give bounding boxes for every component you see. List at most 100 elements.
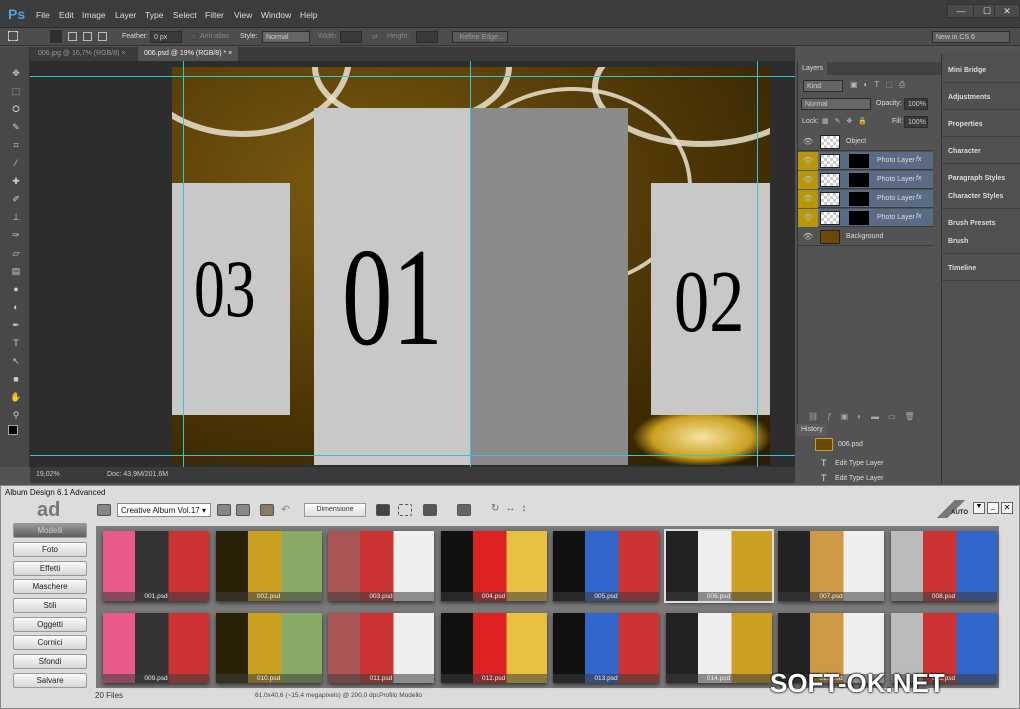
template-thumbnail[interactable]: 010.psd — [215, 613, 322, 683]
sidebar-item-modelli[interactable]: Modelli — [13, 523, 87, 538]
guide-line[interactable] — [30, 76, 795, 77]
photo-placeholder-selection[interactable] — [470, 108, 628, 465]
dock-character-styles[interactable]: Character Styles — [942, 183, 1020, 209]
template-thumbnail[interactable]: 007.psd — [778, 531, 884, 601]
marquee-tool-icon[interactable]: ⬚ — [10, 85, 22, 97]
layer-filter-icons[interactable]: ▣◐T⬚⎙ — [850, 80, 911, 90]
type-tool-icon[interactable]: T — [10, 337, 22, 349]
close-button[interactable]: ✕ — [1001, 502, 1013, 514]
lock-icons[interactable]: ▦✎✥🔒 — [822, 117, 873, 125]
shape-tool-icon[interactable]: ■ — [10, 373, 22, 385]
minimize-button[interactable]: — — [947, 4, 975, 18]
layer-filter-kind[interactable]: Kind — [803, 80, 843, 92]
add-selection-icon[interactable] — [68, 32, 77, 41]
height-input[interactable] — [416, 31, 438, 43]
guide-line[interactable] — [470, 61, 471, 467]
menu-layer[interactable]: Layer — [115, 10, 136, 20]
tab-layers[interactable]: Layers — [798, 62, 828, 75]
history-item[interactable]: Edit Type Layer — [835, 475, 884, 482]
fx-icon[interactable]: fx — [916, 156, 921, 163]
menu-filter[interactable]: Filter — [205, 10, 224, 20]
template-thumbnail[interactable]: 002.psd — [215, 531, 322, 601]
guide-line[interactable] — [30, 455, 795, 456]
width-input[interactable] — [340, 31, 362, 43]
template-thumbnail[interactable]: 006.psd — [663, 529, 774, 603]
feather-input[interactable]: 0 px — [150, 31, 182, 43]
guide-line[interactable] — [757, 61, 758, 467]
opacity-input[interactable]: 100% — [904, 98, 928, 110]
tab-history[interactable]: History — [797, 424, 827, 436]
healing-tool-icon[interactable]: ✚ — [10, 175, 22, 187]
blend-mode-select[interactable]: Normal — [801, 98, 871, 110]
refine-edge-button[interactable]: Refine Edge... — [452, 31, 508, 43]
brush-tool-icon[interactable]: ✐ — [10, 193, 22, 205]
sidebar-item-effetti[interactable]: Effetti — [13, 561, 87, 576]
rotate-flip-icons[interactable]: ↻↔↕ — [491, 503, 532, 514]
layer-actions-icons[interactable]: ⛓ƒ▣◐▬▭🗑 — [808, 412, 924, 421]
zoom-level[interactable]: 19,02% — [36, 471, 60, 478]
book-icon[interactable] — [260, 504, 274, 516]
dock-properties[interactable]: Properties — [942, 111, 1020, 137]
menu-help[interactable]: Help — [300, 10, 317, 20]
layer-background[interactable]: 👁 Background — [798, 228, 933, 246]
tab-006-psd[interactable]: 006.psd @ 19% (RGB/8) * × — [138, 47, 239, 61]
template-thumbnail[interactable]: 009.psd — [103, 613, 209, 683]
dock-timeline[interactable]: Timeline — [942, 255, 1020, 281]
menu-select[interactable]: Select — [173, 10, 197, 20]
eraser-tool-icon[interactable]: ▱ — [10, 247, 22, 259]
tab-close-icon[interactable]: × — [228, 50, 232, 57]
menu-view[interactable]: View — [234, 10, 252, 20]
template-thumbnail[interactable]: 004.psd — [440, 531, 547, 601]
eyedropper-tool-icon[interactable]: ⁄ — [10, 157, 22, 169]
subtract-selection-icon[interactable] — [83, 32, 92, 41]
intersect-selection-icon[interactable] — [98, 32, 107, 41]
visibility-eye-icon[interactable]: 👁 — [798, 209, 818, 227]
lasso-tool-icon[interactable]: ⵔ — [10, 103, 22, 115]
dock-mini-bridge[interactable]: Mini Bridge — [942, 57, 1020, 83]
two-page-icon[interactable] — [457, 504, 471, 516]
menu-type[interactable]: Type — [145, 10, 163, 20]
menu-image[interactable]: Image — [82, 10, 106, 20]
dock-adjustments[interactable]: Adjustments — [942, 84, 1020, 110]
dimension-button[interactable]: Dimensione — [304, 503, 366, 517]
sidebar-item-stili[interactable]: Stili — [13, 598, 87, 613]
dodge-tool-icon[interactable]: ◐ — [10, 301, 22, 313]
visibility-eye-icon[interactable]: 👁 — [798, 228, 818, 246]
close-button[interactable]: ✕ — [994, 4, 1020, 18]
fx-icon[interactable]: fx — [916, 213, 921, 220]
history-brush-tool-icon[interactable]: ✑ — [10, 229, 22, 241]
foreground-color-swatch[interactable] — [8, 425, 18, 435]
template-thumbnail[interactable]: 014.psd — [665, 613, 772, 683]
dock-brush[interactable]: Brush — [942, 228, 1020, 254]
template-thumbnail[interactable]: 003.psd — [328, 531, 434, 601]
stamp-tool-icon[interactable]: ⊥ — [10, 211, 22, 223]
new-selection-icon[interactable] — [50, 30, 62, 43]
swap-icon[interactable]: ⇄ — [372, 33, 378, 41]
sidebar-item-oggetti[interactable]: Oggetti — [13, 617, 87, 632]
history-item[interactable]: 006.psd — [838, 441, 863, 448]
sidebar-item-foto[interactable]: Foto — [13, 542, 87, 557]
workspace-select[interactable]: New in CS 6 — [932, 31, 1010, 43]
template-thumbnail[interactable]: 001.psd — [103, 531, 209, 601]
album-page-canvas[interactable]: 03 01 02 — [172, 67, 770, 465]
fill-icon[interactable] — [423, 504, 437, 516]
menu-edit[interactable]: Edit — [59, 10, 74, 20]
pen-tool-icon[interactable]: ✒ — [10, 319, 22, 331]
quick-select-tool-icon[interactable]: ✎ — [10, 121, 22, 133]
fill-input[interactable]: 100% — [904, 116, 928, 128]
dock-character[interactable]: Character — [942, 138, 1020, 164]
dropdown-button[interactable]: ▼ — [973, 502, 985, 514]
history-item[interactable]: Edit Type Layer — [835, 460, 884, 467]
undo-icon[interactable]: ↶ — [281, 503, 290, 516]
path-select-tool-icon[interactable]: ↖ — [10, 355, 22, 367]
visibility-eye-icon[interactable]: 👁 — [798, 171, 818, 189]
sidebar-item-cornici[interactable]: Cornici — [13, 635, 87, 650]
layer-photo[interactable]: 👁 Photo Layer fx — [798, 209, 933, 227]
sidebar-item-maschere[interactable]: Maschere — [13, 579, 87, 594]
fx-icon[interactable]: fx — [916, 194, 921, 201]
add-folder-icon[interactable] — [217, 504, 231, 516]
menu-window[interactable]: Window — [261, 10, 291, 20]
hand-tool-icon[interactable]: ✋ — [10, 391, 22, 403]
select-area-icon[interactable] — [398, 504, 412, 516]
layer-photo[interactable]: 👁 Photo Layer fx — [798, 190, 933, 208]
